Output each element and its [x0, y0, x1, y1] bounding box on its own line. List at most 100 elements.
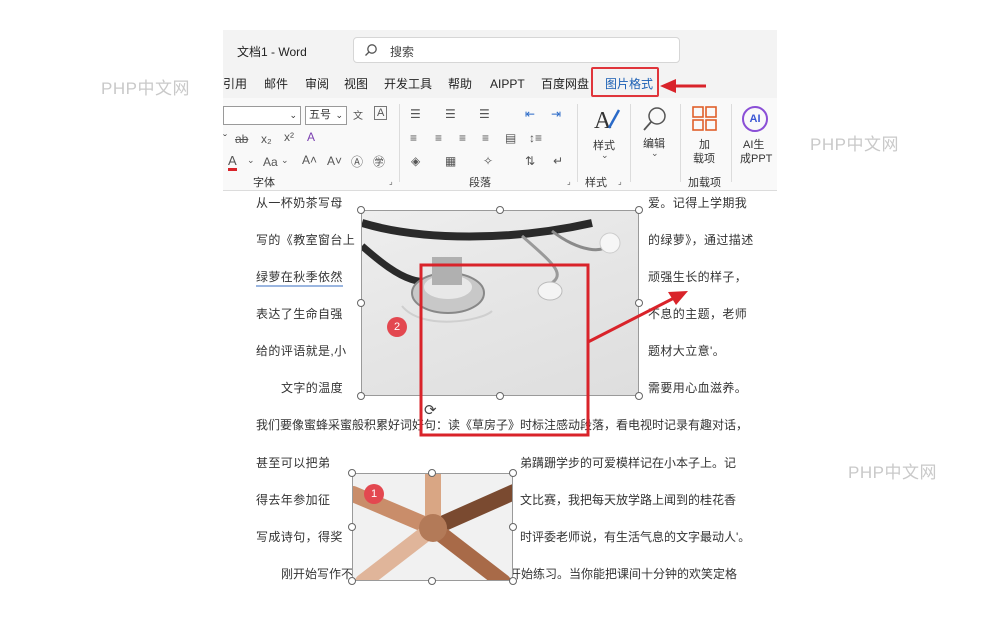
- chevron-down-icon: ⌄: [335, 110, 343, 120]
- superscript-icon[interactable]: x²: [284, 130, 294, 144]
- tab-help[interactable]: 帮助: [448, 68, 472, 98]
- chevron-down-icon: ⌄: [651, 148, 659, 158]
- chinese-layout-icon[interactable]: ✧: [483, 154, 493, 168]
- bullets-icon[interactable]: ☰: [410, 107, 421, 121]
- find-icon[interactable]: [641, 105, 669, 133]
- resize-handle[interactable]: [509, 469, 517, 477]
- group-label-paragraph: 段落: [469, 177, 491, 189]
- line-spacing-icon[interactable]: ↕≡: [529, 131, 542, 145]
- resize-handle[interactable]: [496, 206, 504, 214]
- tab-view[interactable]: 视图: [344, 68, 368, 98]
- watermark: PHP中文网: [810, 135, 899, 154]
- svg-text:A: A: [594, 108, 612, 134]
- font-name-dropdown[interactable]: ⌄: [223, 106, 301, 125]
- resize-handle[interactable]: [509, 523, 517, 531]
- change-case-icon[interactable]: Aa: [263, 155, 278, 169]
- separator: [399, 104, 400, 182]
- resize-handle[interactable]: [428, 469, 436, 477]
- tab-mailings[interactable]: 邮件: [264, 68, 288, 98]
- resize-handle[interactable]: [348, 523, 356, 531]
- shading-icon[interactable]: ◈: [411, 154, 420, 168]
- dialog-launcher-icon[interactable]: ⌟: [567, 177, 571, 186]
- tab-developer[interactable]: 开发工具: [384, 68, 432, 98]
- rotate-handle-icon[interactable]: ⟳: [424, 403, 440, 419]
- decrease-indent-icon[interactable]: ⇤: [525, 107, 535, 121]
- doc-line: 的绿萝》，通过描述: [648, 233, 754, 247]
- strikethrough-icon[interactable]: ab: [235, 132, 248, 146]
- dialog-launcher-icon[interactable]: ⌟: [389, 177, 393, 186]
- search-box[interactable]: 搜索: [353, 37, 680, 63]
- tab-baidu-netdisk[interactable]: 百度网盘: [541, 68, 589, 98]
- search-label: 搜索: [390, 45, 415, 59]
- add-ins-label-line2[interactable]: 载项: [693, 150, 715, 166]
- tab-aippt[interactable]: AIPPT: [490, 68, 525, 98]
- ai-ppt-label-line2[interactable]: 成PPT: [740, 150, 772, 166]
- chevron-down-icon[interactable]: ⌄: [247, 155, 255, 166]
- shrink-font-icon[interactable]: A˅: [327, 154, 342, 168]
- align-center-icon[interactable]: ≡: [435, 131, 442, 145]
- numbering-icon[interactable]: ☰: [445, 107, 456, 121]
- tab-highlight-box: [591, 67, 659, 97]
- search-icon: [365, 44, 377, 56]
- ai-ppt-icon[interactable]: AI: [742, 106, 768, 132]
- chevron-down-icon: ⌄: [289, 110, 297, 120]
- tab-references[interactable]: 引用: [223, 68, 247, 98]
- resize-handle[interactable]: [509, 577, 517, 585]
- increase-indent-icon[interactable]: ⇥: [551, 107, 561, 121]
- doc-line: 写的《教室窗台上: [256, 233, 356, 247]
- resize-handle[interactable]: [348, 469, 356, 477]
- dialog-launcher-icon[interactable]: ⌟: [618, 177, 622, 186]
- doc-line: 题材大立意'。: [648, 344, 726, 358]
- subscript-icon[interactable]: x₂: [261, 132, 272, 146]
- resize-handle[interactable]: [357, 206, 365, 214]
- phonetic-guide-icon[interactable]: 文: [353, 107, 363, 122]
- add-ins-icon[interactable]: [692, 106, 718, 132]
- separator: [731, 104, 732, 182]
- align-left-icon[interactable]: ≡: [410, 131, 417, 145]
- sort-icon[interactable]: ⇅: [525, 154, 535, 168]
- doc-line: 写成诗句，得奖: [256, 530, 343, 544]
- grow-font-icon[interactable]: A˄: [302, 153, 317, 167]
- doc-line: 爱。记得上学期我: [648, 196, 748, 210]
- chevron-icon: ˇ: [223, 132, 227, 146]
- clear-format-icon[interactable]: A: [307, 130, 315, 144]
- doc-line: 从一杯奶茶写母: [256, 196, 343, 210]
- group-label-styles: 样式: [585, 177, 607, 189]
- justify-icon[interactable]: ≡: [482, 131, 489, 145]
- step-badge-2: 2: [387, 317, 407, 337]
- resize-handle[interactable]: [496, 392, 504, 400]
- resize-handle[interactable]: [428, 577, 436, 585]
- show-marks-icon[interactable]: ↵: [553, 154, 563, 168]
- watermark: PHP中文网: [848, 463, 937, 482]
- stethoscope-image[interactable]: [361, 210, 639, 396]
- resize-handle[interactable]: [357, 392, 365, 400]
- resize-handle[interactable]: [635, 299, 643, 307]
- title-bar: 文档1 - Word 搜索: [223, 30, 777, 68]
- borders-icon[interactable]: ▦: [445, 154, 456, 168]
- resize-handle[interactable]: [635, 392, 643, 400]
- chevron-down-icon[interactable]: ⌄: [281, 155, 289, 166]
- doc-line: 文比赛，我把每天放学路上闻到的桂花香: [520, 493, 737, 507]
- resize-handle[interactable]: [357, 299, 365, 307]
- step-badge-1: 1: [364, 484, 384, 504]
- doc-line: 我们要像蜜蜂采蜜般积累好词好句：读《草房子》时标注感动段落，看电视时记录有趣对话…: [256, 418, 749, 432]
- resize-handle[interactable]: [635, 206, 643, 214]
- align-right-icon[interactable]: ≡: [459, 131, 466, 145]
- ribbon-tabs: 引用 邮件 审阅 视图 开发工具 帮助 AIPPT 百度网盘 图片格式: [223, 68, 777, 98]
- multilevel-list-icon[interactable]: ☰: [479, 107, 490, 121]
- doc-line: 甚至可以把弟: [256, 456, 331, 470]
- font-size-dropdown[interactable]: 五号 ⌄: [305, 106, 347, 125]
- styles-icon[interactable]: A: [591, 104, 621, 134]
- tab-review[interactable]: 审阅: [305, 68, 329, 98]
- doc-line: 弟蹒跚学步的可爱模样记在小本子上。记: [520, 456, 737, 470]
- doc-line: 表达了生命自强: [256, 307, 343, 321]
- enclose-character-icon[interactable]: ㊫: [373, 153, 385, 170]
- resize-handle[interactable]: [348, 577, 356, 585]
- separator: [577, 104, 578, 182]
- font-color-icon[interactable]: A: [228, 153, 237, 171]
- separator: [630, 104, 631, 182]
- distributed-icon[interactable]: ▤: [505, 131, 516, 145]
- text-effects-icon[interactable]: Ⓐ: [351, 153, 363, 170]
- document-page[interactable]: 从一杯奶茶写母 写的《教室窗台上 绿萝在秋季依然 表达了生命自强 给的评语就是,…: [223, 191, 777, 590]
- character-border-icon[interactable]: A: [374, 106, 388, 120]
